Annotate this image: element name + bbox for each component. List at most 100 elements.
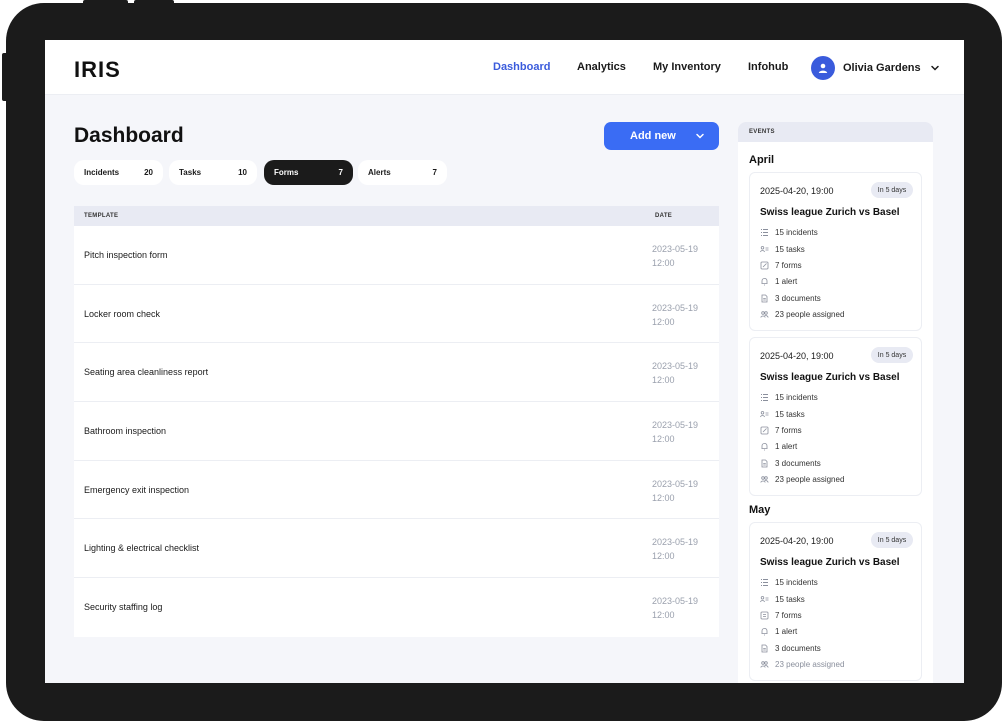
event-documents: 3 documents — [760, 644, 821, 653]
event-title: Swiss league Zurich vs Basel — [760, 557, 900, 568]
tab-tasks[interactable]: Tasks 10 — [169, 160, 257, 185]
user-menu[interactable]: Olivia Gardens — [811, 55, 940, 81]
event-alerts: 1 alert — [760, 442, 797, 451]
tab-alerts[interactable]: Alerts 7 — [358, 160, 447, 185]
table-row[interactable]: Locker room check 2023-05-19 12:00 — [74, 285, 719, 344]
forms-table: TEMPLATE DATE Pitch inspection form 2023… — [74, 206, 719, 637]
event-documents: 3 documents — [760, 294, 821, 303]
row-name: Lighting & electrical checklist — [84, 543, 200, 554]
row-date: 2023-05-19 12:00 — [652, 302, 699, 327]
events-panel: EVENTS April 2025-04-20, 19:00 In 5 days… — [738, 122, 933, 683]
row-date: 2023-05-19 12:00 — [652, 420, 699, 445]
row-name: Pitch inspection form — [84, 250, 168, 260]
row-name: Locker room check — [84, 308, 161, 319]
event-forms: 7 forms — [760, 261, 802, 270]
chevron-down-icon — [696, 133, 704, 139]
people-icon — [760, 311, 769, 318]
row-name: Emergency exit inspection — [84, 484, 190, 495]
document-icon — [761, 294, 768, 303]
list-icon — [761, 394, 768, 401]
row-name: Security staffing log — [84, 602, 163, 613]
row-date: 2023-05-19 12:00 — [652, 596, 699, 621]
table-row[interactable]: Emergency exit inspection 2023-05-19 12:0… — [74, 461, 719, 520]
tab-label: Incidents — [84, 168, 120, 177]
event-card[interactable]: 2025-04-20, 19:00 In 5 days Swiss league… — [749, 522, 922, 681]
screen: IRIS Dashboard Analytics My Inventory In… — [45, 40, 964, 683]
row-date: 2023-05-19 12:00 — [652, 244, 699, 268]
tab-count: 10 — [238, 168, 247, 177]
event-people: 23 people assigned — [760, 475, 844, 484]
tab-label: Tasks — [179, 168, 202, 177]
device-button — [2, 53, 8, 101]
event-date: 2025-04-20, 19:00 — [760, 351, 834, 361]
list-icon — [761, 229, 768, 236]
nav-infohub[interactable]: Infohub — [748, 61, 788, 73]
table-row[interactable]: Bathroom inspection 2023-05-19 12:00 — [74, 402, 719, 461]
event-people: 23 people assigned — [760, 660, 844, 669]
document-icon — [761, 644, 768, 653]
nav-analytics[interactable]: Analytics — [577, 61, 626, 73]
avatar — [811, 56, 835, 80]
bell-icon — [761, 278, 768, 286]
edit-icon — [760, 426, 769, 435]
tab-forms[interactable]: Forms 7 — [264, 160, 353, 185]
row-name: Bathroom inspection — [84, 426, 167, 437]
column-header-template[interactable]: TEMPLATE — [84, 213, 118, 219]
add-new-label: Add new — [630, 130, 676, 142]
row-date: 2023-05-19 12:00 — [652, 478, 699, 503]
event-date: 2025-04-20, 19:00 — [760, 536, 834, 546]
event-tasks: 15 tasks — [760, 595, 805, 604]
event-incidents: 15 incidents — [760, 228, 818, 237]
list-icon — [761, 579, 768, 586]
assign-icon — [760, 246, 769, 253]
event-forms: 7 forms — [760, 426, 802, 435]
logo[interactable]: IRIS — [74, 57, 121, 83]
row-date: 2023-05-19 12:00 — [652, 361, 699, 386]
event-title: Swiss league Zurich vs Basel — [760, 372, 900, 383]
document-icon — [761, 459, 768, 468]
tab-incidents[interactable]: Incidents 20 — [74, 160, 163, 185]
events-header: EVENTS — [738, 122, 933, 142]
table-row[interactable]: Pitch inspection form 2023-05-19 12:00 — [74, 226, 719, 285]
form-icon — [760, 611, 769, 620]
event-card[interactable]: 2025-04-20, 19:00 In 5 days Swiss league… — [749, 172, 922, 331]
event-badge: In 5 days — [871, 347, 913, 363]
nav-dashboard[interactable]: Dashboard — [493, 61, 550, 73]
tab-count: 7 — [338, 168, 343, 177]
event-alerts: 1 alert — [760, 627, 797, 636]
people-icon — [760, 661, 769, 668]
event-tasks: 15 tasks — [760, 410, 805, 419]
chevron-down-icon[interactable] — [930, 63, 940, 73]
user-name: Olivia Gardens — [843, 62, 921, 74]
event-incidents: 15 incidents — [760, 393, 818, 402]
event-card[interactable]: 2025-04-20, 19:00 In 5 days Swiss league… — [749, 337, 922, 496]
nav-my-inventory[interactable]: My Inventory — [653, 61, 721, 73]
event-forms: 7 forms — [760, 611, 802, 620]
row-date: 2023-05-19 12:00 — [652, 537, 699, 562]
table-row[interactable]: Seating area cleanliness report 2023-05-… — [74, 343, 719, 403]
column-header-date[interactable]: DATE — [655, 213, 672, 219]
table-body: Pitch inspection form 2023-05-19 12:00 Lo… — [74, 226, 719, 637]
bell-icon — [761, 628, 768, 636]
add-new-button[interactable]: Add new — [604, 122, 719, 150]
people-icon — [760, 476, 769, 483]
tab-label: Alerts — [368, 168, 391, 177]
month-heading: May — [749, 504, 771, 516]
device-button — [134, 0, 174, 5]
table-header: TEMPLATE DATE — [74, 206, 719, 226]
event-incidents: 15 incidents — [760, 578, 818, 587]
event-tasks: 15 tasks — [760, 245, 805, 254]
event-badge: In 5 days — [871, 532, 913, 548]
device-button — [83, 0, 128, 5]
bell-icon — [761, 443, 768, 451]
page-title: Dashboard — [74, 124, 184, 147]
table-row[interactable]: Security staffing log 2023-05-19 12:00 — [74, 578, 719, 637]
event-people: 23 people assigned — [760, 310, 844, 319]
assign-icon — [760, 596, 769, 603]
month-heading: April — [749, 154, 775, 166]
table-row[interactable]: Lighting & electrical checklist 2023-05-… — [74, 519, 719, 579]
event-title: Swiss league Zurich vs Basel — [760, 207, 900, 218]
tab-label: Forms — [274, 168, 299, 177]
event-date: 2025-04-20, 19:00 — [760, 186, 834, 196]
event-alerts: 1 alert — [760, 277, 797, 286]
